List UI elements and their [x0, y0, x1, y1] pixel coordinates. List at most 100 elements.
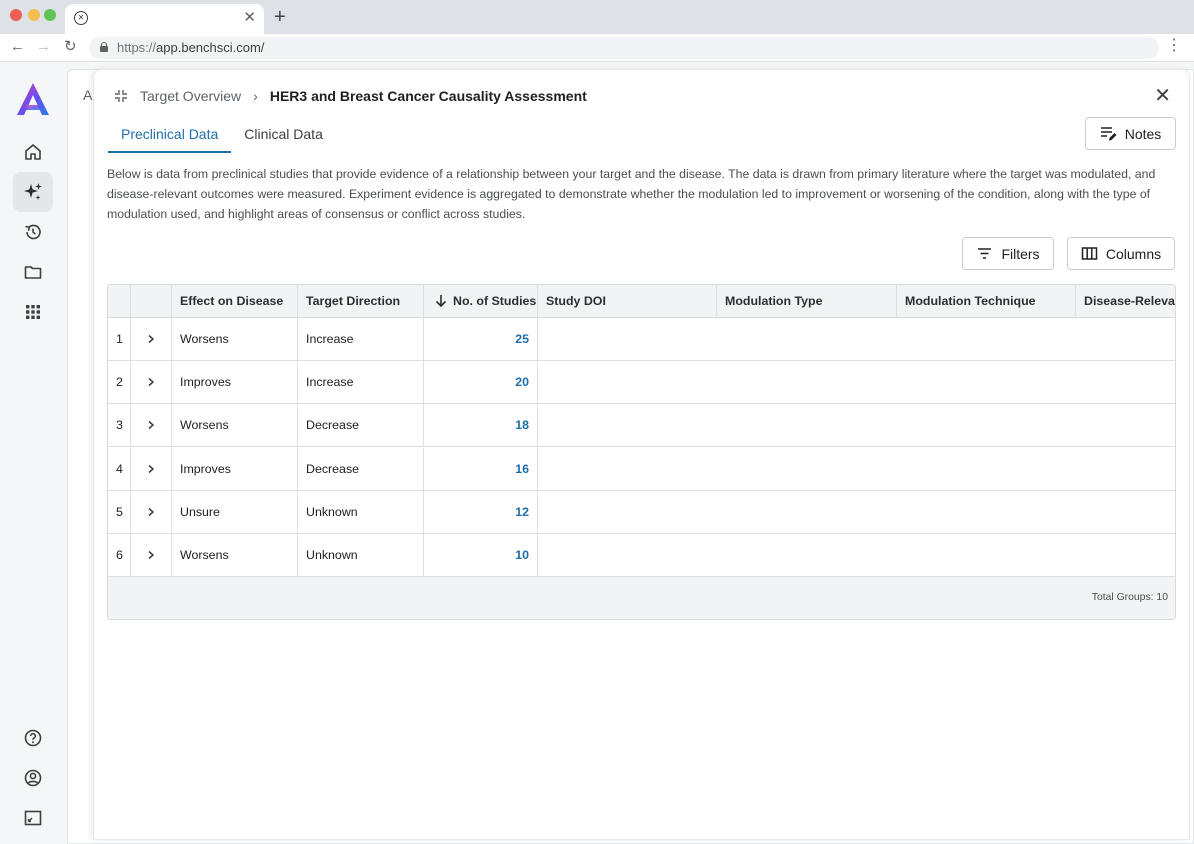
row-index: 6 — [116, 548, 123, 562]
column-header-studies[interactable]: No. of Studies — [424, 285, 537, 317]
direction-cell: Increase — [306, 375, 354, 390]
expand-row-button[interactable] — [131, 361, 171, 403]
columns-icon — [1081, 247, 1098, 260]
effect-cell: Unsure — [180, 504, 220, 519]
sidebar-item-folders[interactable] — [13, 252, 53, 292]
reload-icon[interactable]: ↻ — [64, 37, 77, 57]
breadcrumb: Target Overview › HER3 and Breast Cancer… — [114, 86, 587, 106]
expand-row-button[interactable] — [131, 318, 171, 360]
direction-cell: Decrease — [306, 418, 360, 433]
window-maximize-button[interactable] — [44, 9, 56, 21]
expand-row-button[interactable] — [131, 534, 171, 576]
url-scheme: https:// — [117, 40, 157, 55]
column-header-disease-relevant[interactable]: Disease-Relevant — [1076, 285, 1175, 317]
table-row[interactable]: 3 Worsens Decrease 18 — [108, 404, 1175, 448]
forward-arrow-icon[interactable]: → — [36, 37, 51, 57]
description-text: Below is data from preclinical studies t… — [107, 167, 1156, 221]
table-row[interactable]: 6 Worsens Unknown 10 — [108, 534, 1175, 577]
address-bar[interactable]: https://app.benchsci.com/ — [89, 37, 1159, 59]
chevron-right-icon — [148, 334, 155, 344]
direction-cell: Decrease — [306, 461, 360, 476]
studies-count-link[interactable]: 18 — [424, 404, 537, 446]
direction-cell: Unknown — [306, 504, 358, 519]
window-minimize-button[interactable] — [28, 9, 40, 21]
chevron-right-icon — [148, 507, 155, 516]
column-header-effect[interactable]: Effect on Disease — [172, 285, 297, 317]
studies-count-link[interactable]: 25 — [424, 318, 537, 360]
results-table: Effect on Disease Target Direction No. o… — [107, 284, 1176, 620]
browser-menu-icon[interactable]: ⋮ — [1166, 36, 1182, 56]
direction-cell: Increase — [306, 332, 354, 346]
sparkle-icon — [24, 183, 42, 200]
browser-title-bar: ✕ ✕ + — [0, 0, 1194, 34]
history-icon — [25, 224, 41, 240]
help-icon — [24, 729, 42, 747]
expand-row-button[interactable] — [131, 448, 171, 490]
sidebar-item-assistant[interactable] — [13, 172, 53, 212]
row-index: 3 — [116, 418, 123, 433]
effect-cell: Worsens — [180, 418, 229, 433]
sidebar-item-apps[interactable] — [13, 292, 53, 332]
row-index: 2 — [116, 375, 123, 390]
total-groups-count: Total Groups: 10 — [1091, 592, 1168, 603]
lock-icon — [100, 42, 108, 52]
table-row[interactable]: 1 Worsens Increase 25 — [108, 318, 1175, 361]
back-arrow-icon[interactable]: ← — [10, 37, 25, 57]
chevron-right-icon — [148, 421, 155, 430]
expand-row-button[interactable] — [131, 404, 171, 446]
notes-button-label: Notes — [1124, 125, 1162, 142]
effect-cell: Improves — [180, 461, 231, 476]
chevron-right-icon — [148, 550, 155, 560]
column-header-direction[interactable]: Target Direction — [298, 285, 423, 317]
expand-row-button[interactable] — [131, 491, 171, 533]
studies-count-link[interactable]: 20 — [424, 361, 537, 403]
studies-count-link[interactable]: 16 — [424, 448, 537, 490]
detail-panel: Target Overview › HER3 and Breast Cancer… — [93, 69, 1190, 840]
sort-descending-icon — [435, 295, 447, 308]
sidebar-item-fullscreen[interactable] — [13, 798, 53, 838]
fullscreen-icon — [24, 810, 42, 826]
sidebar — [0, 62, 66, 844]
effect-cell: Worsens — [180, 332, 229, 346]
table-row[interactable]: 4 Improves Decrease 16 — [108, 447, 1175, 491]
filters-button[interactable]: Filters — [962, 237, 1054, 270]
filter-icon — [978, 248, 992, 259]
sidebar-item-help[interactable] — [13, 718, 53, 758]
browser-toolbar: ← → ↻ https://app.benchsci.com/ ⋮ — [0, 34, 1194, 62]
sidebar-item-home[interactable] — [13, 132, 53, 172]
browser-tab[interactable]: ✕ ✕ — [65, 4, 264, 34]
columns-button-label: Columns — [1105, 245, 1162, 262]
breadcrumb-parent-link[interactable]: Target Overview — [140, 88, 241, 104]
tab-bar: Preclinical Data Clinical Data — [108, 122, 336, 154]
chevron-right-icon — [148, 464, 155, 473]
column-header-mod-technique[interactable]: Modulation Technique — [897, 285, 1075, 317]
tab-close-icon[interactable]: ✕ — [243, 9, 256, 27]
collapse-icon[interactable] — [114, 89, 128, 103]
column-header-doi[interactable]: Study DOI — [538, 285, 716, 317]
chevron-right-icon: › — [253, 88, 258, 104]
tab-preclinical-data[interactable]: Preclinical Data — [108, 122, 232, 153]
app-root: A: Target Overview › HER3 and Breast Can… — [0, 62, 1194, 844]
notes-icon — [1100, 127, 1117, 141]
direction-cell: Unknown — [306, 548, 358, 562]
sidebar-item-history[interactable] — [13, 212, 53, 252]
folder-icon — [24, 266, 42, 279]
effect-cell: Improves — [180, 375, 231, 390]
tab-clinical-data[interactable]: Clinical Data — [231, 122, 336, 153]
columns-button[interactable]: Columns — [1067, 237, 1175, 270]
chevron-right-icon — [148, 378, 155, 387]
new-tab-button[interactable]: + — [274, 6, 286, 28]
table-row[interactable]: 5 Unsure Unknown 12 — [108, 490, 1175, 534]
window-close-button[interactable] — [10, 9, 22, 21]
sidebar-item-account[interactable] — [13, 758, 53, 798]
studies-count-link[interactable]: 12 — [424, 491, 537, 533]
app-logo-icon[interactable] — [15, 82, 51, 116]
column-header-mod-type[interactable]: Modulation Type — [717, 285, 896, 317]
close-icon[interactable]: ✕ — [1154, 86, 1171, 106]
studies-count-link[interactable]: 10 — [424, 534, 537, 576]
table-footer: Total Groups: 10 — [108, 577, 1175, 619]
table-row[interactable]: 2 Improves Increase 20 — [108, 361, 1175, 405]
effect-cell: Worsens — [180, 548, 229, 562]
notes-button[interactable]: Notes — [1085, 117, 1176, 150]
column-header-studies-label: No. of Studies — [453, 294, 537, 308]
